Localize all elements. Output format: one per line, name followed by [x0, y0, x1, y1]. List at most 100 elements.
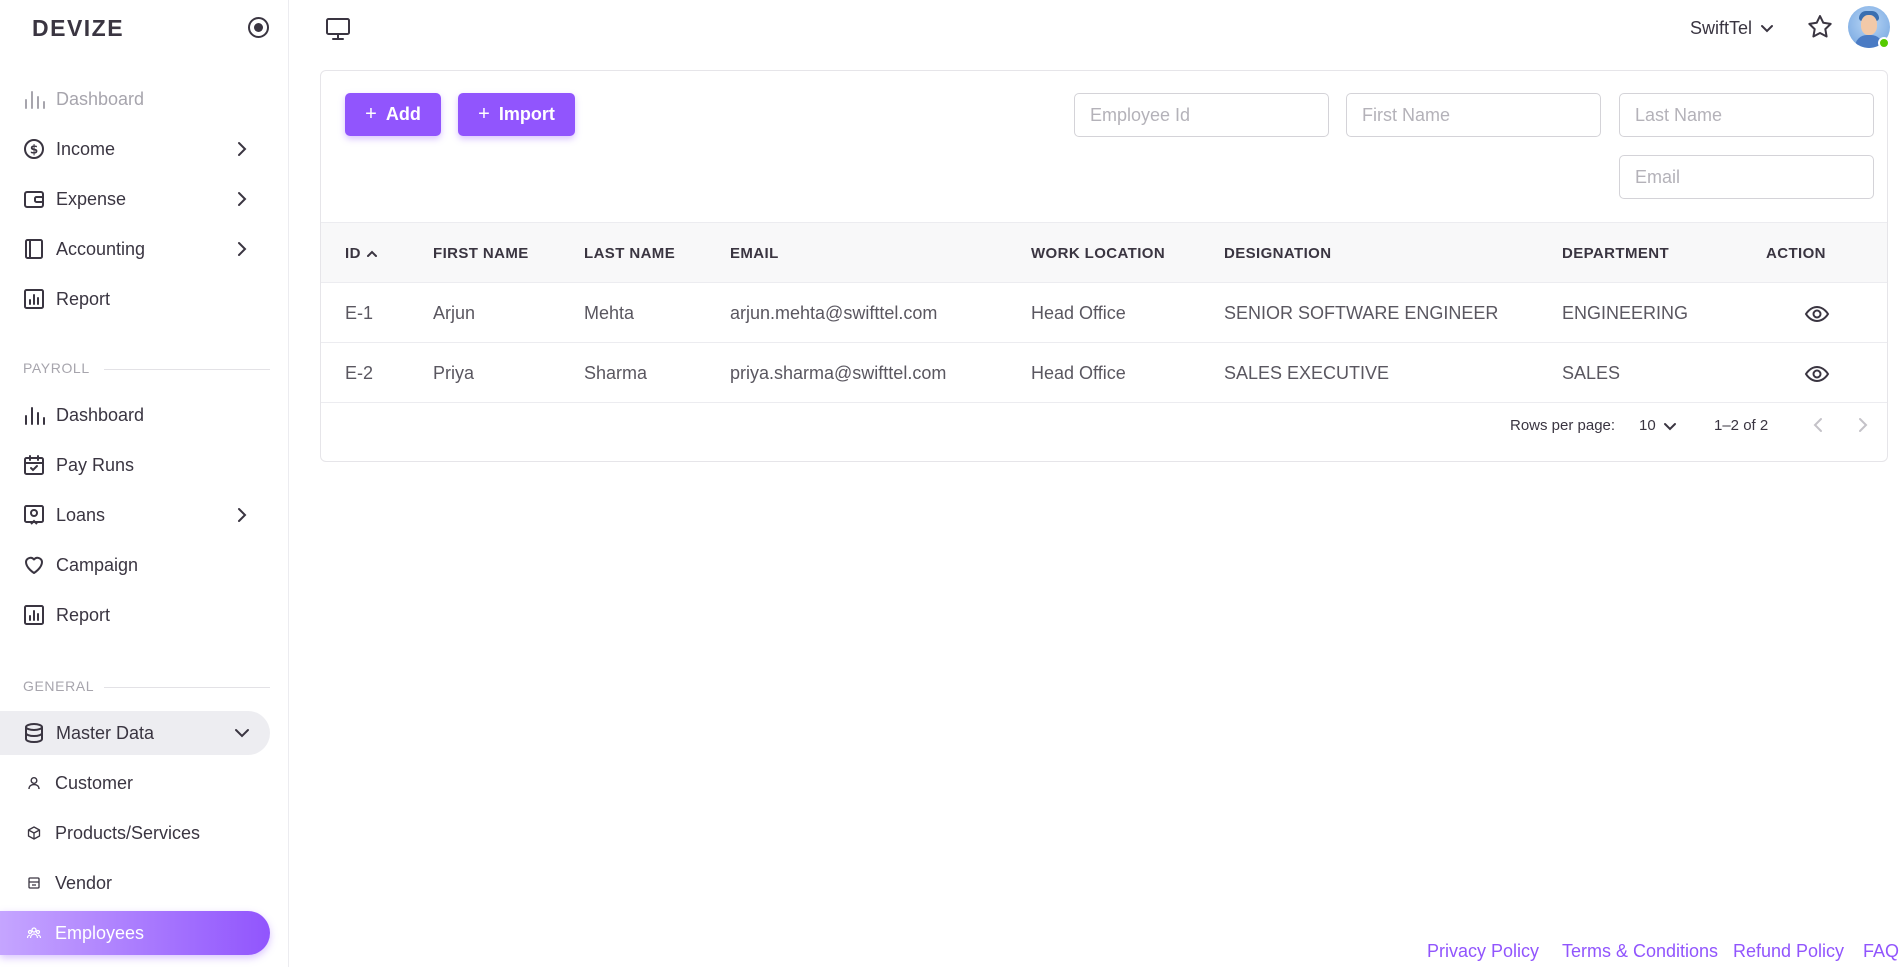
column-header-action: ACTION	[1766, 245, 1826, 262]
svg-text:$: $	[30, 143, 38, 157]
report-chart-icon	[22, 287, 46, 311]
sidebar-item-loans[interactable]: Loans	[0, 493, 270, 537]
column-header-last-name[interactable]: LAST NAME	[584, 245, 675, 262]
cell-last-name: Mehta	[584, 303, 635, 323]
sidebar-item-accounting[interactable]: Accounting	[0, 227, 270, 271]
sidebar-item-products-services[interactable]: Products/Services	[0, 811, 270, 855]
column-header-label: ID	[345, 245, 361, 262]
sidebar-item-label: Dashboard	[56, 404, 145, 425]
dollar-circle-icon: $	[22, 137, 46, 161]
last-name-input[interactable]	[1619, 93, 1874, 137]
sidebar-item-expense[interactable]: Expense	[0, 177, 270, 221]
table-header: ID FIRST NAME LAST NAME EMAIL WORK LOCAT…	[321, 222, 1887, 283]
sidebar-item-label: Income	[56, 138, 116, 159]
section-label-general: GENERAL	[23, 678, 95, 694]
sidebar-item-customer[interactable]: Customer	[0, 761, 270, 805]
plus-icon: +	[365, 103, 377, 125]
column-header-first-name[interactable]: FIRST NAME	[433, 245, 529, 262]
section-label-payroll: PAYROLL	[23, 360, 90, 376]
sidebar-item-label: Report	[56, 288, 111, 309]
chevron-right-icon	[238, 242, 247, 256]
store-icon	[26, 875, 42, 891]
sidebar-item-employees[interactable]: Employees	[0, 911, 270, 955]
sidebar-item-dashboard[interactable]: Dashboard	[0, 77, 270, 121]
previous-page-icon[interactable]	[1809, 415, 1829, 435]
privacy-policy-link[interactable]: Privacy Policy	[1427, 941, 1539, 962]
sidebar-item-label: Master Data	[56, 722, 155, 743]
rows-per-page-value: 10	[1639, 417, 1656, 434]
import-button[interactable]: + Import	[458, 93, 575, 136]
chevron-down-icon	[1761, 25, 1774, 33]
sidebar-item-campaign[interactable]: Campaign	[0, 543, 270, 587]
sidebar-item-master-data[interactable]: Master Data	[0, 711, 270, 755]
terms-conditions-link[interactable]: Terms & Conditions	[1562, 941, 1718, 962]
cell-email: priya.sharma@swifttel.com	[730, 363, 947, 383]
chevron-right-icon	[238, 142, 247, 156]
cell-department: ENGINEERING	[1562, 303, 1689, 323]
brand-logo: DEVIZE	[32, 15, 125, 41]
sidebar-item-label: Accounting	[56, 238, 146, 259]
cell-id: E-1	[345, 303, 374, 323]
column-header-designation[interactable]: DESIGNATION	[1224, 245, 1331, 262]
loan-icon	[22, 503, 46, 527]
cell-designation: SENIOR SOFTWARE ENGINEER	[1224, 303, 1499, 323]
sidebar-item-label: Report	[56, 604, 111, 625]
view-eye-icon[interactable]	[1804, 361, 1830, 387]
cell-work-location: Head Office	[1031, 363, 1126, 383]
chevron-down-icon	[235, 729, 249, 738]
column-header-department[interactable]: DEPARTMENT	[1562, 245, 1669, 262]
monitor-icon[interactable]	[324, 15, 352, 43]
sidebar-item-pay-runs[interactable]: Pay Runs	[0, 443, 270, 487]
column-header-id[interactable]: ID	[345, 245, 379, 262]
online-status-badge	[1878, 37, 1890, 49]
person-icon	[26, 775, 42, 791]
sidebar-collapse-toggle[interactable]	[248, 17, 269, 38]
table-row[interactable]: E-1 Arjun Mehta arjun.mehta@swifttel.com…	[321, 283, 1887, 343]
sidebar-item-payroll-report[interactable]: Report	[0, 593, 270, 637]
company-name: SwiftTel	[1690, 17, 1753, 38]
bar-chart-icon	[22, 403, 46, 427]
cube-icon	[26, 825, 42, 841]
sidebar-item-label: Employees	[55, 922, 145, 943]
next-page-icon[interactable]	[1852, 415, 1872, 435]
company-selector[interactable]: SwiftTel	[1690, 14, 1776, 42]
rows-per-page-select[interactable]: 10	[1639, 417, 1678, 434]
employees-icon	[26, 925, 42, 941]
view-eye-icon[interactable]	[1804, 301, 1830, 327]
sidebar-item-label: Expense	[56, 188, 127, 209]
chevron-right-icon	[238, 192, 247, 206]
sidebar-item-payroll-dashboard[interactable]: Dashboard	[0, 393, 270, 437]
cell-first-name: Arjun	[433, 303, 476, 323]
column-header-email[interactable]: EMAIL	[730, 245, 779, 262]
import-button-label: Import	[498, 104, 555, 124]
employees-card: + Add + Import ID FIRST NAME LAST NAME E…	[320, 70, 1888, 462]
column-header-work-location[interactable]: WORK LOCATION	[1031, 245, 1165, 262]
cell-work-location: Head Office	[1031, 303, 1126, 323]
first-name-input[interactable]	[1346, 93, 1601, 137]
sidebar-item-label: Loans	[56, 504, 106, 525]
cell-first-name: Priya	[433, 363, 475, 383]
sidebar-item-vendor[interactable]: Vendor	[0, 861, 270, 905]
add-button-label: Add	[385, 104, 421, 124]
employee-id-input[interactable]	[1074, 93, 1329, 137]
cell-last-name: Sharma	[584, 363, 648, 383]
sidebar-item-report[interactable]: Report	[0, 277, 270, 321]
table-row[interactable]: E-2 Priya Sharma priya.sharma@swifttel.c…	[321, 343, 1887, 403]
add-button[interactable]: + Add	[345, 93, 441, 136]
sidebar-item-income[interactable]: $ Income	[0, 127, 270, 171]
sidebar: DEVIZE Dashboard $ Income Expense Accoun…	[0, 0, 289, 967]
sidebar-item-label: Campaign	[56, 554, 139, 575]
heart-icon	[22, 553, 46, 577]
cell-email: arjun.mehta@swifttel.com	[730, 303, 938, 323]
sort-ascending-icon	[366, 250, 377, 257]
sidebar-item-label: Pay Runs	[56, 454, 135, 475]
sidebar-item-label: Vendor	[55, 872, 113, 893]
faq-link[interactable]: FAQ	[1863, 941, 1899, 962]
ledger-icon	[22, 237, 46, 261]
sidebar-item-label: Dashboard	[56, 88, 145, 109]
bar-chart-icon	[22, 87, 46, 111]
radio-dot-icon	[254, 23, 263, 32]
email-input[interactable]	[1619, 155, 1874, 199]
star-icon[interactable]	[1806, 13, 1834, 41]
refund-policy-link[interactable]: Refund Policy	[1733, 941, 1844, 962]
